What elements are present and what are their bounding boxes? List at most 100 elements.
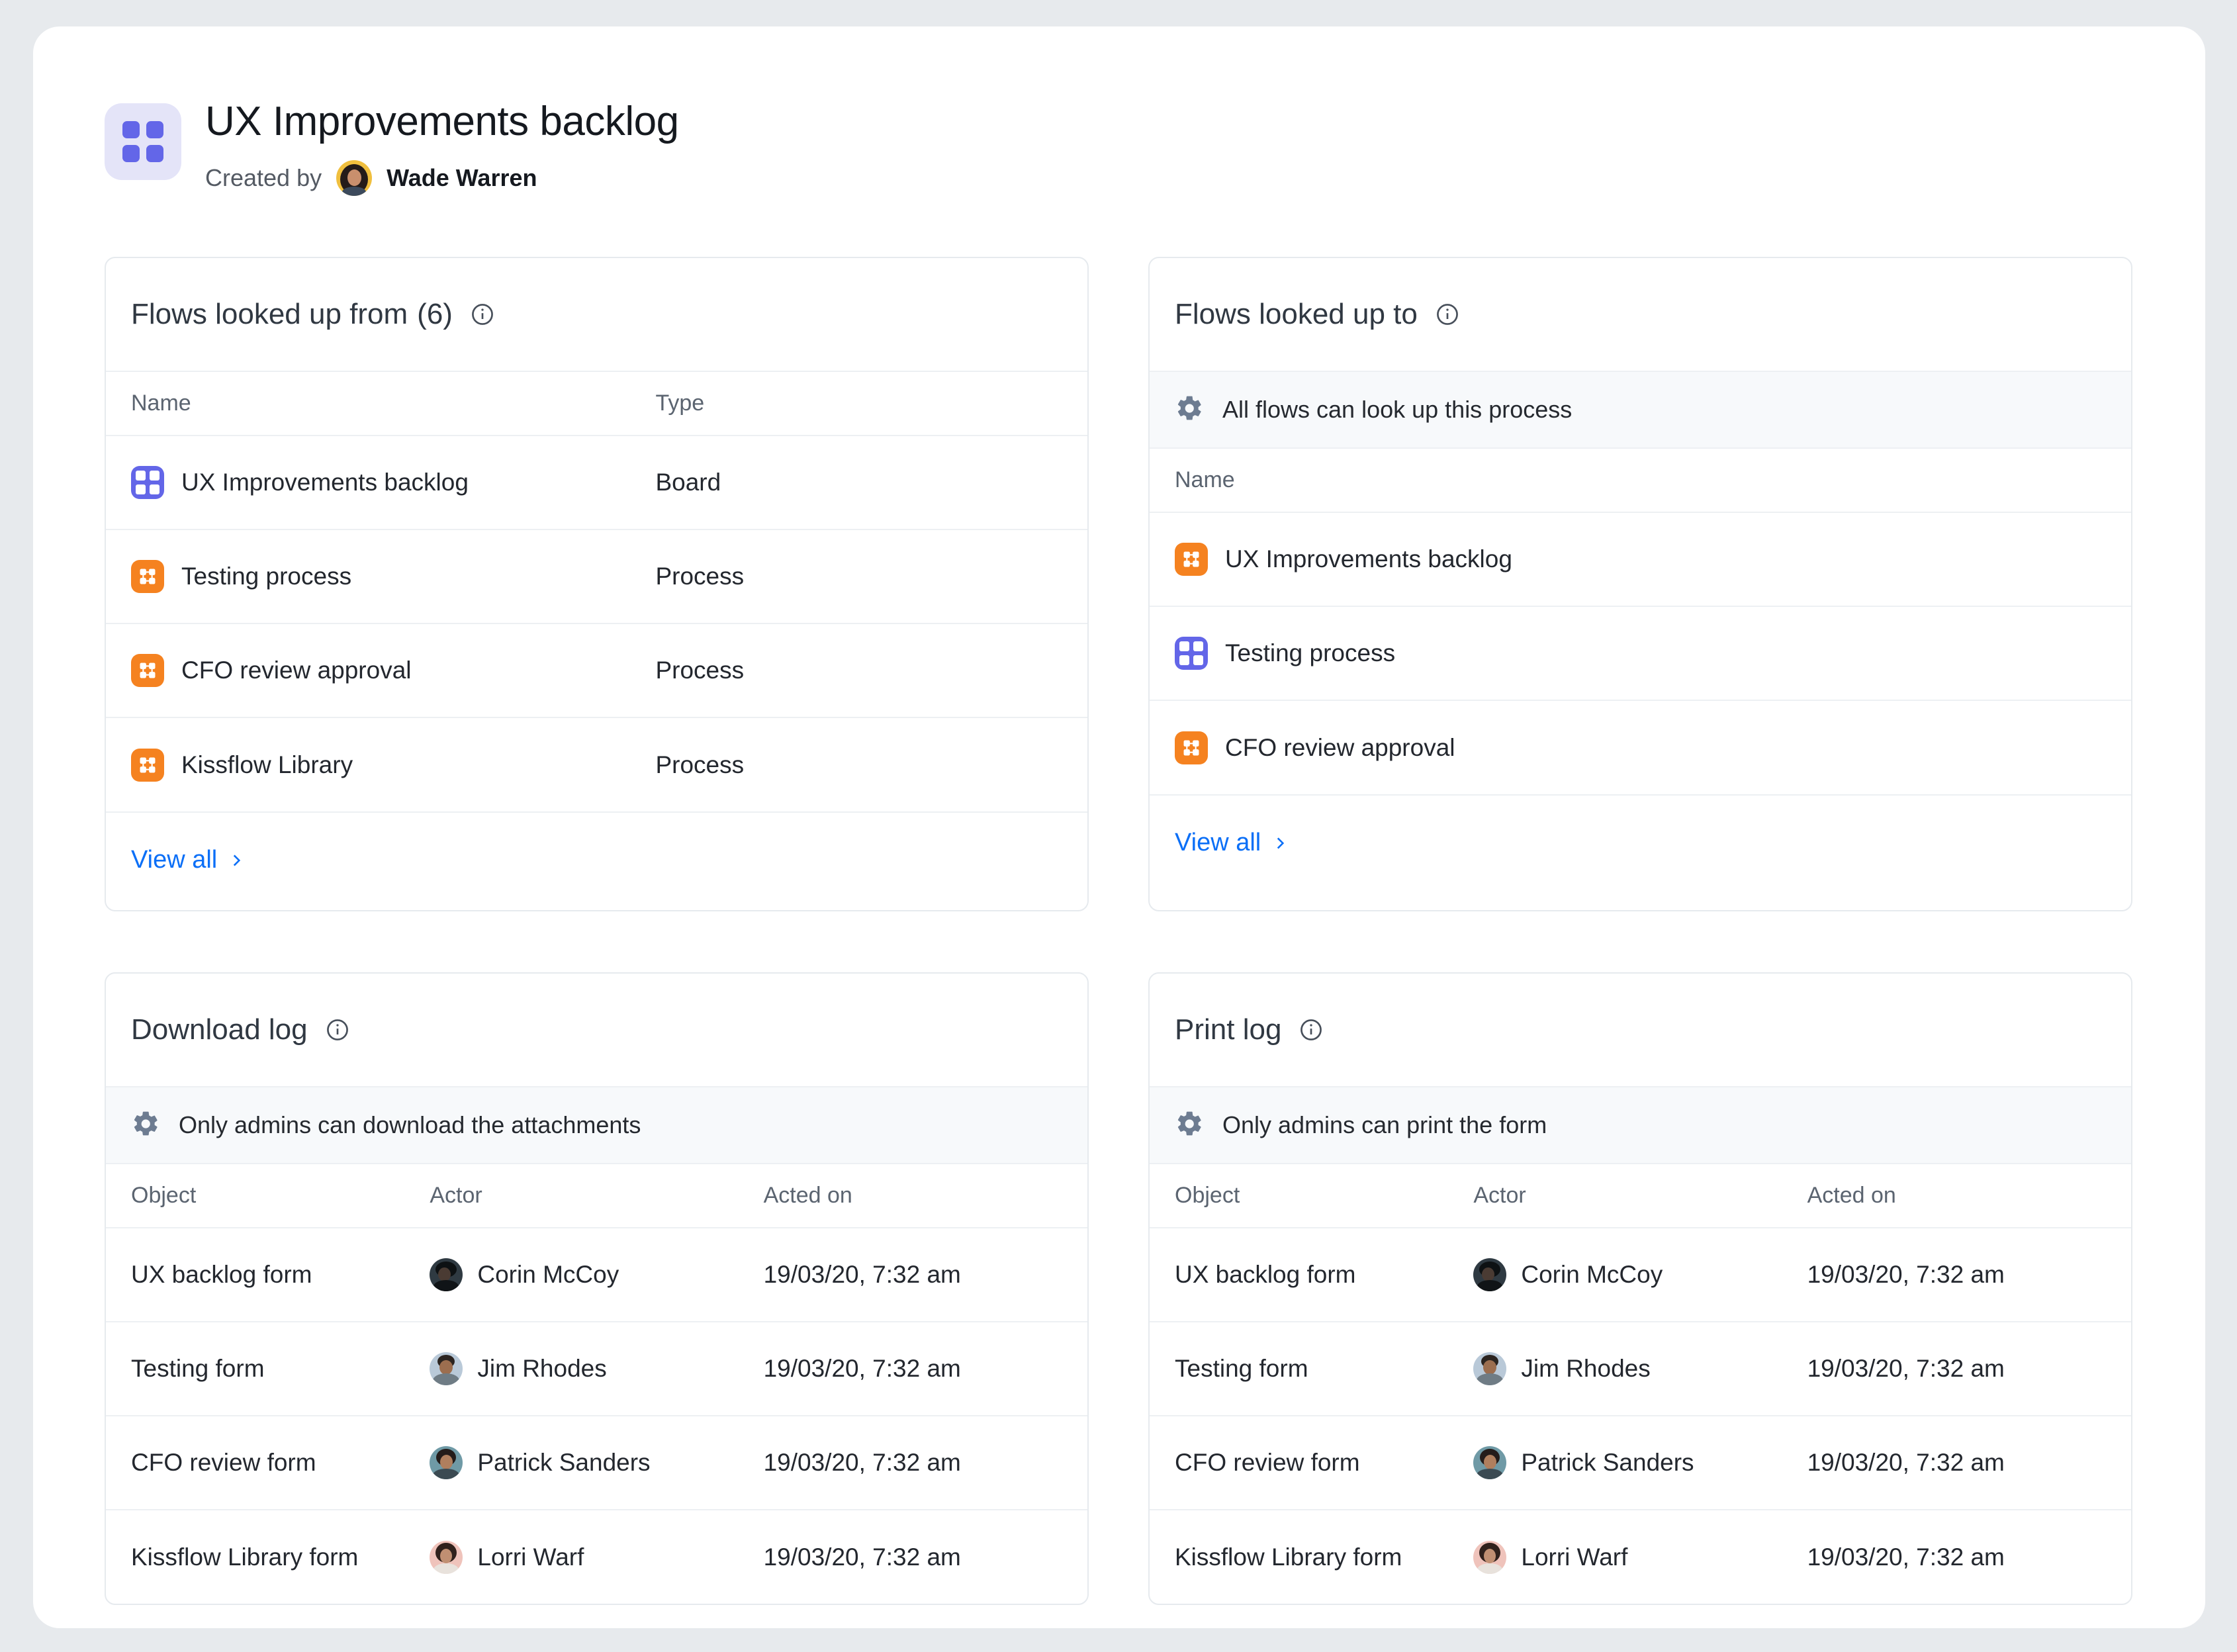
notice-text: Only admins can download the attachments: [179, 1111, 641, 1139]
flows-from-table: Name Type UX Improvements backlog Board: [106, 372, 1087, 812]
log-acted-on: 19/03/20, 7:32 am: [1807, 1509, 2131, 1604]
card-title: Download log: [131, 1013, 308, 1046]
card-title: Print log: [1175, 1013, 1282, 1046]
log-actor: Lorri Warf: [1521, 1543, 1628, 1571]
table-row[interactable]: Testing process Process: [106, 529, 1087, 624]
created-by-row: Created by Wade Warren: [205, 160, 679, 197]
flow-type: Process: [655, 529, 1087, 624]
column-header-name: Name: [1175, 467, 1235, 493]
table-row[interactable]: UX Improvements backlog Board: [106, 435, 1087, 530]
flows-to-body: UX Improvements backlog Testing process: [1150, 512, 2131, 795]
table-row[interactable]: Kissflow Library Process: [106, 717, 1087, 812]
flow-type: Process: [655, 717, 1087, 812]
log-acted-on: 19/03/20, 7:32 am: [763, 1321, 1087, 1416]
table-row[interactable]: Kissflow Library form Lorri Warf 19/03/2…: [1150, 1509, 2131, 1604]
info-circle-icon[interactable]: [1299, 1017, 1324, 1042]
column-header-name: Name: [131, 390, 191, 416]
column-header-object: Object: [131, 1183, 197, 1209]
flow-type: Process: [655, 623, 1087, 718]
table-row[interactable]: CFO review form Patrick Sanders 19/03/20…: [106, 1415, 1087, 1510]
gear-icon: [131, 1109, 160, 1142]
table-row[interactable]: Testing process: [1150, 606, 2131, 701]
flow-name: Testing process: [1225, 639, 1396, 667]
log-object: UX backlog form: [1150, 1227, 1474, 1322]
log-acted-on: 19/03/20, 7:32 am: [1807, 1321, 2131, 1416]
table-row[interactable]: Testing form Jim Rhodes 19/03/20, 7:32 a…: [1150, 1321, 2131, 1416]
avatar: [1473, 1446, 1507, 1480]
view-all-label: View all: [1175, 829, 1261, 857]
table-header-row: Name: [1150, 449, 2131, 512]
board-grid-icon: [105, 103, 181, 180]
column-header-acted-on: Acted on: [1807, 1183, 1896, 1209]
table-row[interactable]: Testing form Jim Rhodes 19/03/20, 7:32 a…: [106, 1321, 1087, 1416]
download-log-table: Object Actor Acted on UX backlog form Co…: [106, 1164, 1087, 1604]
info-circle-icon[interactable]: [1435, 302, 1460, 327]
info-circle-icon[interactable]: [325, 1017, 350, 1042]
log-actor: Patrick Sanders: [1521, 1449, 1694, 1477]
board-icon: [131, 466, 164, 500]
flows-to-table: Name UX Improvements backlog Testing pro…: [1150, 449, 2131, 795]
view-all-wrap: View all: [106, 811, 1087, 910]
log-acted-on: 19/03/20, 7:32 am: [763, 1509, 1087, 1604]
table-row[interactable]: CFO review approval Process: [106, 623, 1087, 718]
log-actor: Corin McCoy: [1521, 1261, 1663, 1289]
table-header-row: Object Actor Acted on: [106, 1164, 1087, 1228]
chevron-right-icon: [228, 852, 245, 869]
log-acted-on: 19/03/20, 7:32 am: [1807, 1227, 2131, 1322]
column-header-acted-on: Acted on: [763, 1183, 852, 1209]
gear-icon: [1175, 394, 1204, 426]
flow-name: UX Improvements backlog: [1225, 545, 1512, 573]
view-all-link[interactable]: View all: [1175, 829, 1289, 857]
page-title: UX Improvements backlog: [205, 99, 679, 144]
flow-name: CFO review approval: [181, 657, 412, 684]
avatar: [430, 1352, 463, 1386]
flow-name: CFO review approval: [1225, 733, 1455, 761]
gear-icon: [1175, 1109, 1204, 1142]
table-row[interactable]: Kissflow Library form Lorri Warf 19/03/2…: [106, 1509, 1087, 1604]
creator-name: Wade Warren: [387, 164, 537, 192]
notice-banner: Only admins can print the form: [1150, 1087, 2131, 1165]
log-object: CFO review form: [1150, 1415, 1474, 1510]
avatar: [1473, 1540, 1507, 1574]
table-header-row: Name Type: [106, 372, 1087, 436]
column-header-object: Object: [1175, 1183, 1240, 1209]
log-actor: Jim Rhodes: [477, 1355, 607, 1383]
board-icon: [1175, 637, 1208, 670]
log-object: Kissflow Library form: [106, 1509, 430, 1604]
notice-banner: Only admins can download the attachments: [106, 1087, 1087, 1165]
log-object: Testing form: [1150, 1321, 1474, 1416]
print-log-body: UX backlog form Corin McCoy 19/03/20, 7:…: [1150, 1227, 2131, 1604]
view-all-link[interactable]: View all: [131, 846, 245, 874]
process-icon: [131, 560, 164, 594]
info-circle-icon[interactable]: [470, 302, 495, 327]
column-header-actor: Actor: [430, 1183, 482, 1209]
log-actor: Lorri Warf: [477, 1543, 584, 1571]
card-header: Flows looked up from (6): [106, 258, 1087, 373]
card-count: (6): [417, 298, 453, 331]
avatar: [336, 160, 373, 197]
notice-text: Only admins can print the form: [1222, 1111, 1547, 1139]
process-icon: [1175, 543, 1208, 576]
process-icon: [131, 748, 164, 782]
table-header-row: Object Actor Acted on: [1150, 1164, 2131, 1228]
card-header: Print log: [1150, 974, 2131, 1088]
log-acted-on: 19/03/20, 7:32 am: [1807, 1415, 2131, 1510]
notice-banner: All flows can look up this process: [1150, 372, 2131, 449]
download-log-body: UX backlog form Corin McCoy 19/03/20, 7:…: [106, 1227, 1087, 1604]
table-row[interactable]: CFO review form Patrick Sanders 19/03/20…: [1150, 1415, 2131, 1510]
table-row[interactable]: UX backlog form Corin McCoy 19/03/20, 7:…: [1150, 1227, 2131, 1322]
card-flows-looked-up-to: Flows looked up to All flows can look up…: [1148, 257, 2132, 912]
log-object: CFO review form: [106, 1415, 430, 1510]
card-header: Download log: [106, 974, 1087, 1088]
table-row[interactable]: UX Improvements backlog: [1150, 512, 2131, 607]
log-object: Testing form: [106, 1321, 430, 1416]
view-all-wrap: View all: [1150, 794, 2131, 893]
table-row[interactable]: UX backlog form Corin McCoy 19/03/20, 7:…: [106, 1227, 1087, 1322]
card-flows-looked-up-from: Flows looked up from (6) Name Type UX Im…: [105, 257, 1089, 912]
card-print-log: Print log Only admins can print the form…: [1148, 972, 2132, 1606]
view-all-label: View all: [131, 846, 218, 874]
flow-name: UX Improvements backlog: [181, 469, 469, 496]
log-actor: Jim Rhodes: [1521, 1355, 1651, 1383]
table-row[interactable]: CFO review approval: [1150, 700, 2131, 795]
log-actor: Corin McCoy: [477, 1261, 619, 1289]
